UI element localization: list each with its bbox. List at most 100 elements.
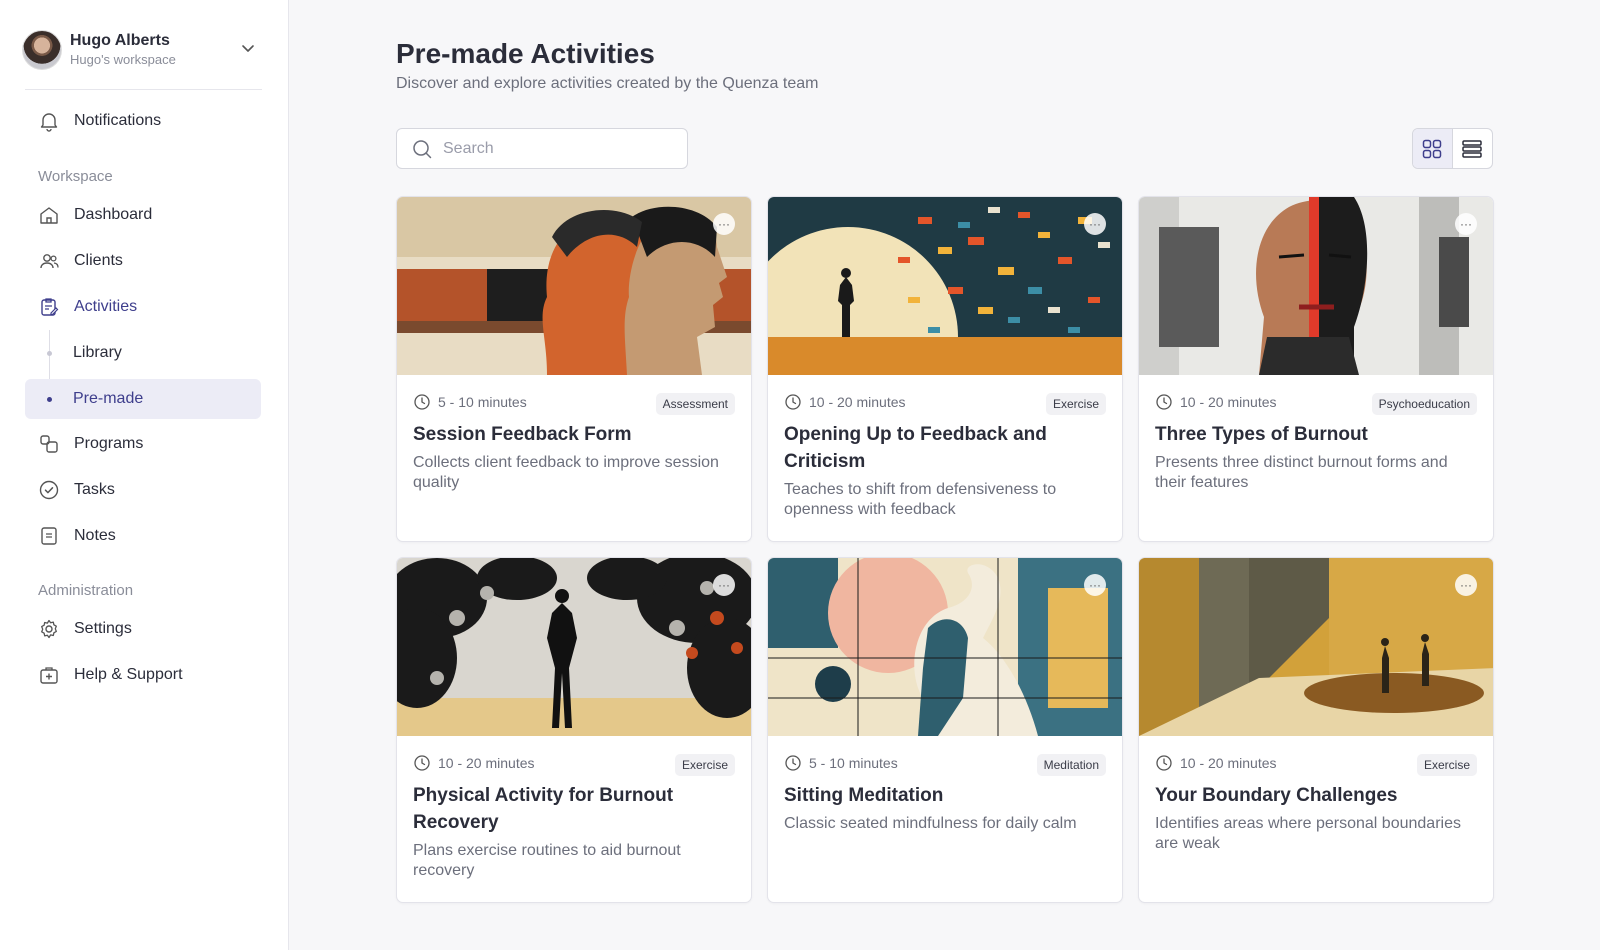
clock-icon (414, 755, 430, 771)
card-description: Plans exercise routines to aid burnout r… (413, 842, 681, 879)
nav-clients[interactable]: Clients (25, 241, 261, 281)
activity-card[interactable]: ··· 10 - 20 minutes Exercise Opening Up … (767, 196, 1123, 542)
category-badge: Psychoeducation (1371, 393, 1477, 415)
grid-icon (1423, 139, 1442, 158)
card-duration: 10 - 20 minutes (413, 754, 535, 772)
nav-label: Dashboard (74, 206, 153, 223)
nav-label: Tasks (74, 481, 115, 498)
category-badge: Exercise (674, 754, 735, 776)
divider (25, 89, 262, 90)
bell-icon (38, 110, 60, 132)
nav-label: Notes (74, 527, 116, 544)
subnav-dot (47, 397, 52, 402)
chevron-down-icon[interactable] (240, 40, 256, 56)
card-title: Your Boundary Challenges (1155, 785, 1398, 806)
card-title: Physical Activity for Burnout Recovery (413, 785, 674, 833)
nav-label: Settings (74, 620, 132, 637)
card-title: Session Feedback Form (413, 424, 632, 445)
more-options-button[interactable]: ··· (1455, 574, 1477, 596)
search-input[interactable] (443, 139, 663, 158)
card-image: ··· (397, 558, 751, 736)
nav-tasks[interactable]: Tasks (25, 470, 261, 510)
clock-icon (414, 394, 430, 410)
card-duration: 10 - 20 minutes (1155, 393, 1277, 411)
subnav-dot (47, 351, 52, 356)
card-title: Opening Up to Feedback and Criticism (784, 424, 1047, 472)
nav-label: Library (73, 344, 122, 361)
duration-text: 10 - 20 minutes (1180, 394, 1277, 410)
card-duration: 10 - 20 minutes (784, 393, 906, 411)
section-administration: Administration (38, 582, 134, 599)
check-circle-icon (38, 479, 60, 501)
activities-icon (38, 296, 60, 318)
nav-label: Help & Support (74, 666, 183, 683)
more-options-button[interactable]: ··· (1455, 213, 1477, 235)
user-switcher[interactable]: Hugo Alberts Hugo's workspace (22, 28, 262, 72)
nav-notes[interactable]: Notes (25, 516, 261, 556)
search-box[interactable] (396, 128, 688, 169)
duration-text: 5 - 10 minutes (438, 394, 527, 410)
duration-text: 10 - 20 minutes (438, 755, 535, 771)
workspace-name: Hugo's workspace (70, 52, 176, 67)
list-icon (1462, 139, 1482, 158)
duration-text: 10 - 20 minutes (809, 394, 906, 410)
card-description: Classic seated mindfulness for daily cal… (784, 815, 1077, 832)
nav-help[interactable]: Help & Support (25, 655, 261, 695)
card-description: Collects client feedback to improve sess… (413, 454, 719, 491)
gear-icon (38, 618, 60, 640)
nav-label: Pre-made (73, 390, 144, 407)
nav-settings[interactable]: Settings (25, 609, 261, 649)
card-image: ··· (1139, 558, 1493, 736)
clock-icon (1156, 755, 1172, 771)
nav-label: Clients (74, 252, 123, 269)
card-duration: 5 - 10 minutes (784, 754, 898, 772)
section-workspace: Workspace (38, 168, 113, 185)
category-badge: Assessment (655, 393, 735, 415)
view-toggle (1412, 128, 1493, 169)
card-duration: 10 - 20 minutes (1155, 754, 1277, 772)
more-options-button[interactable]: ··· (713, 213, 735, 235)
help-kit-icon (38, 664, 60, 686)
nav-activities[interactable]: Activities (25, 287, 261, 327)
sidebar: Hugo Alberts Hugo's workspace Notificati… (0, 0, 289, 950)
home-icon (38, 204, 60, 226)
note-icon (38, 525, 60, 547)
user-name: Hugo Alberts (70, 32, 170, 49)
clock-icon (785, 394, 801, 410)
page-title: Pre-made Activities (396, 38, 655, 69)
page-subtitle: Discover and explore activities created … (396, 75, 819, 92)
activity-card[interactable]: ··· 5 - 10 minutes Assessment Session Fe… (396, 196, 752, 542)
card-description: Identifies areas where personal boundari… (1155, 815, 1461, 852)
duration-text: 10 - 20 minutes (1180, 755, 1277, 771)
card-image: ··· (768, 197, 1122, 375)
avatar (22, 30, 62, 70)
clock-icon (785, 755, 801, 771)
grid-view-button[interactable] (1413, 129, 1453, 168)
nav-label: Activities (74, 298, 138, 315)
activity-card[interactable]: ··· 10 - 20 minutes Exercise Your Bounda… (1138, 557, 1494, 903)
list-view-button[interactable] (1453, 129, 1493, 168)
programs-icon (38, 433, 60, 455)
activity-card[interactable]: ··· 10 - 20 minutes Exercise Physical Ac… (396, 557, 752, 903)
nav-library[interactable]: Library (25, 333, 261, 373)
users-icon (38, 250, 60, 272)
nav-dashboard[interactable]: Dashboard (25, 195, 261, 235)
more-options-button[interactable]: ··· (713, 574, 735, 596)
card-description: Teaches to shift from defensiveness to o… (784, 481, 1057, 518)
more-options-button[interactable]: ··· (1084, 213, 1106, 235)
nav-notifications[interactable]: Notifications (25, 101, 261, 141)
card-title: Sitting Meditation (784, 785, 944, 806)
card-duration: 5 - 10 minutes (413, 393, 527, 411)
card-image: ··· (768, 558, 1122, 736)
search-icon (413, 139, 432, 158)
activity-card[interactable]: ··· 10 - 20 minutes Psychoeducation Thre… (1138, 196, 1494, 542)
card-image: ··· (1139, 197, 1493, 375)
more-options-button[interactable]: ··· (1084, 574, 1106, 596)
activity-card[interactable]: ··· 5 - 10 minutes Meditation Sitting Me… (767, 557, 1123, 903)
nav-label: Notifications (74, 112, 162, 129)
category-badge: Exercise (1416, 754, 1477, 776)
nav-label: Programs (74, 435, 144, 452)
nav-premade[interactable]: Pre-made (25, 379, 261, 419)
nav-programs[interactable]: Programs (25, 424, 261, 464)
card-title: Three Types of Burnout (1155, 424, 1368, 445)
